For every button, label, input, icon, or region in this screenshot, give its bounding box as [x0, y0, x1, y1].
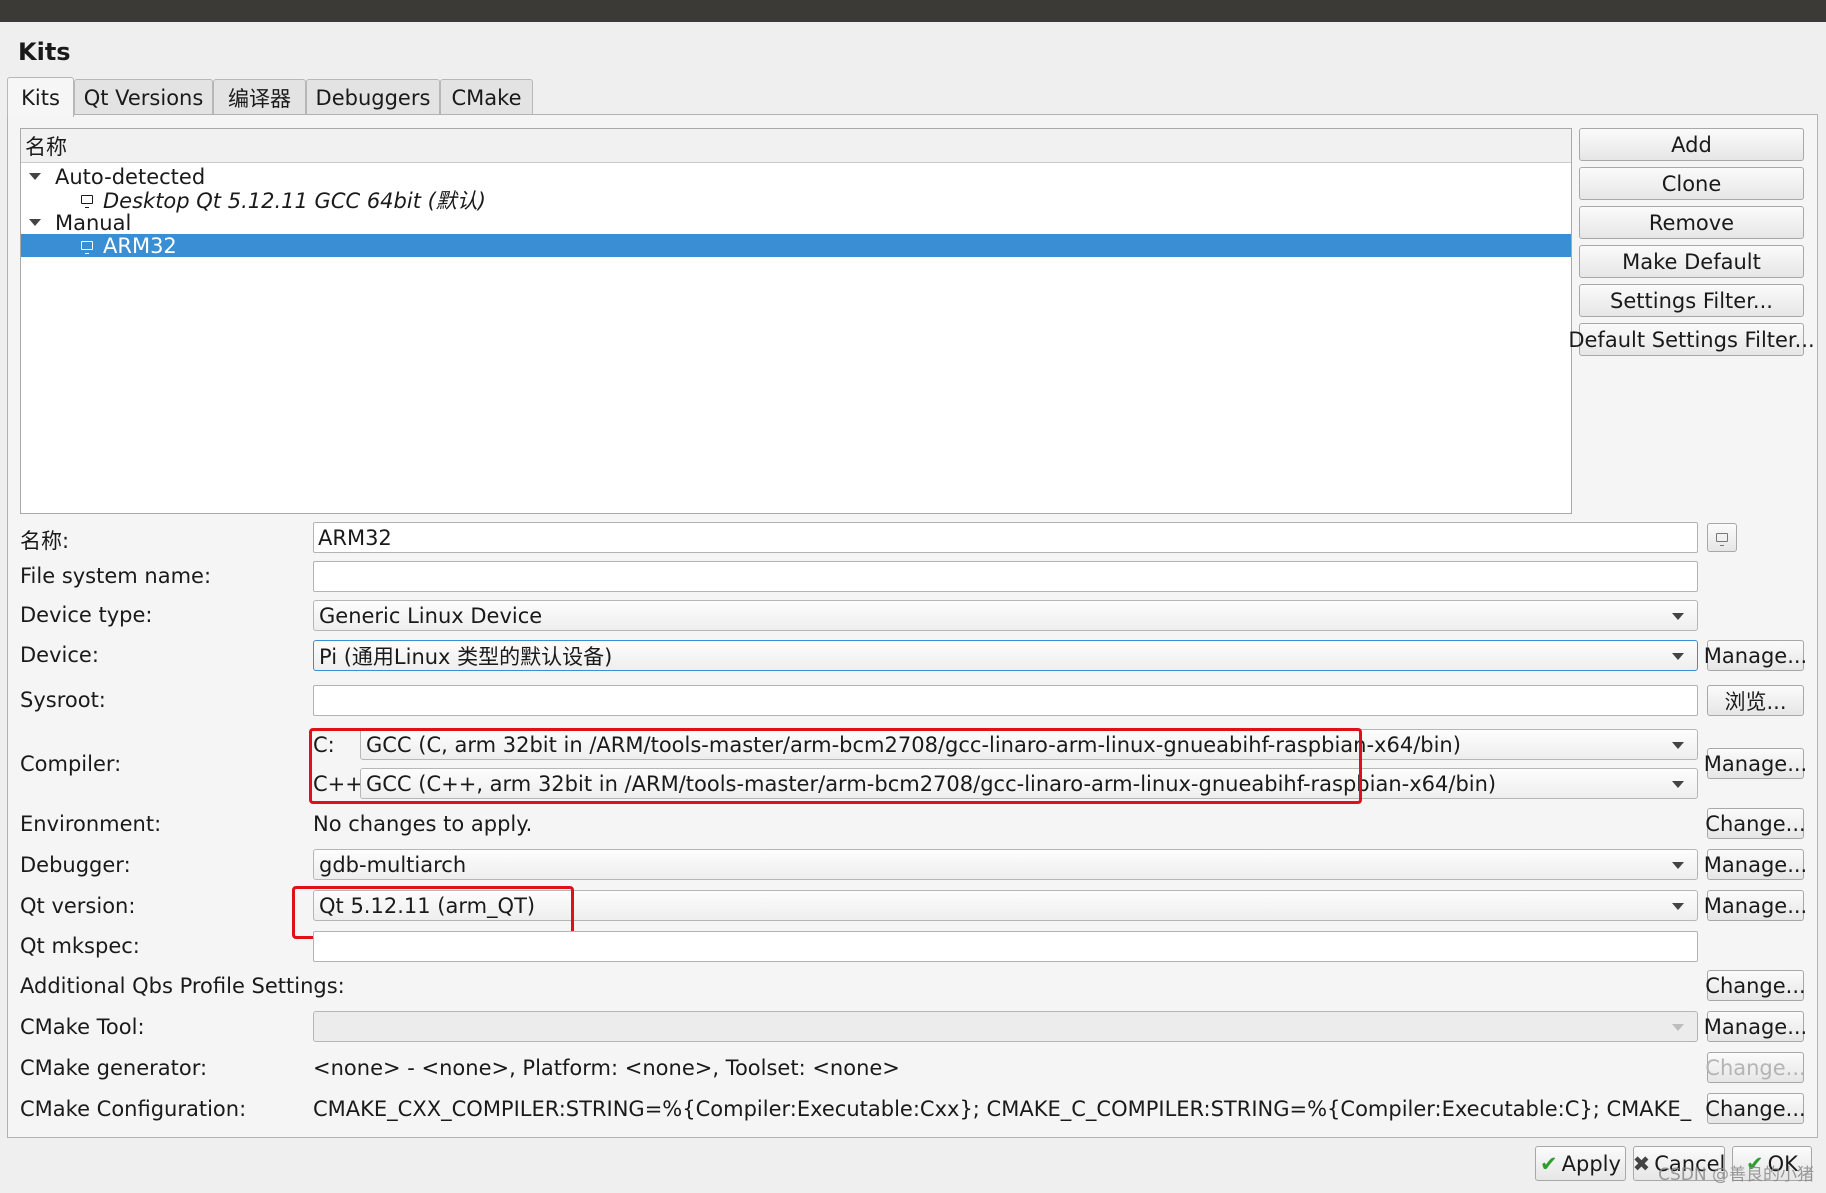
name-field[interactable]: ARM32 — [313, 522, 1698, 553]
device-label: Device: — [20, 643, 99, 667]
debugger-manage-button[interactable]: Manage... — [1704, 849, 1807, 880]
cmake-config-value: CMAKE_CXX_COMPILER:STRING=%{Compiler:Exe… — [313, 1097, 1693, 1121]
icon-picker-button[interactable] — [1707, 523, 1737, 552]
compiler-c-value: GCC (C, arm 32bit in /ARM/tools-master/a… — [366, 732, 1461, 757]
environment-change-button[interactable]: Change... — [1705, 808, 1806, 839]
make-default-button[interactable]: Make Default — [1579, 245, 1804, 278]
tab-compilers[interactable]: 编译器 — [213, 79, 306, 115]
expand-arrow-icon[interactable] — [29, 219, 41, 226]
tab-debuggers[interactable]: Debuggers — [306, 79, 440, 115]
qt-version-manage-button[interactable]: Manage... — [1704, 890, 1807, 921]
dropdown-arrow-icon — [1672, 902, 1684, 910]
tree-item-desktop-kit[interactable]: Desktop Qt 5.12.11 GCC 64bit (默认) — [21, 188, 1571, 213]
sysroot-field[interactable] — [313, 685, 1698, 716]
cmake-config-label: CMake Configuration: — [20, 1097, 247, 1121]
default-settings-filter-button[interactable]: Default Settings Filter... — [1568, 323, 1815, 356]
compiler-manage-button[interactable]: Manage... — [1704, 748, 1807, 779]
cmake-config-change-button[interactable]: Change... — [1705, 1093, 1806, 1124]
device-value: Pi (通用Linux 类型的默认设备) — [319, 644, 613, 669]
environment-value: No changes to apply. — [313, 812, 533, 836]
cmake-generator-label: CMake generator: — [20, 1056, 208, 1080]
window-title-bar — [0, 0, 1826, 22]
dropdown-arrow-icon — [1672, 652, 1684, 660]
qt-version-label: Qt version: — [20, 894, 136, 918]
add-button[interactable]: Add — [1579, 128, 1804, 161]
qt-version-select[interactable]: Qt 5.12.11 (arm_QT) — [313, 890, 1698, 921]
debugger-label: Debugger: — [20, 853, 131, 877]
dropdown-arrow-icon — [1672, 861, 1684, 869]
settings-filter-button[interactable]: Settings Filter... — [1579, 284, 1804, 317]
check-icon: ✔ — [1540, 1151, 1558, 1176]
compiler-c-select[interactable]: GCC (C, arm 32bit in /ARM/tools-master/a… — [360, 729, 1698, 760]
tab-cmake[interactable]: CMake — [440, 79, 533, 115]
monitor-icon — [1716, 533, 1728, 546]
qt-mkspec-label: Qt mkspec: — [20, 934, 140, 958]
dropdown-arrow-icon — [1672, 780, 1684, 788]
compiler-c-label: C: — [313, 733, 335, 757]
page-title: Kits — [18, 38, 71, 66]
debugger-value: gdb-multiarch — [319, 852, 467, 877]
compiler-label: Compiler: — [20, 752, 122, 776]
device-select[interactable]: Pi (通用Linux 类型的默认设备) — [313, 640, 1698, 671]
expand-arrow-icon[interactable] — [29, 173, 41, 180]
cmake-generator-change-button[interactable]: Change... — [1705, 1052, 1806, 1083]
monitor-icon — [81, 195, 93, 208]
tree-header-name: 名称 — [21, 129, 1571, 163]
tab-kits[interactable]: Kits — [7, 77, 74, 117]
fs-name-label: File system name: — [20, 564, 212, 588]
qt-mkspec-field[interactable] — [313, 931, 1698, 962]
dropdown-arrow-icon — [1672, 741, 1684, 749]
cmake-tool-manage-button[interactable]: Manage... — [1704, 1011, 1807, 1042]
clone-button[interactable]: Clone — [1579, 167, 1804, 200]
remove-button[interactable]: Remove — [1579, 206, 1804, 239]
kits-tree[interactable]: 名称 Auto-detected Desktop Qt 5.12.11 GCC … — [20, 128, 1572, 514]
qt-version-value: Qt 5.12.11 (arm_QT) — [319, 893, 536, 918]
tree-group-manual[interactable]: Manual — [21, 210, 1571, 235]
dropdown-arrow-icon — [1672, 1023, 1684, 1031]
cmake-tool-label: CMake Tool: — [20, 1015, 145, 1039]
device-type-label: Device type: — [20, 603, 153, 627]
device-manage-button[interactable]: Manage... — [1704, 640, 1807, 671]
cmake-generator-value: <none> - <none>, Platform: <none>, Tools… — [313, 1056, 900, 1080]
tree-item-label: ARM32 — [103, 233, 177, 258]
device-type-select[interactable]: Generic Linux Device — [313, 600, 1698, 631]
name-label: 名称: — [20, 529, 70, 553]
cmake-tool-select[interactable] — [313, 1011, 1698, 1042]
environment-label: Environment: — [20, 812, 162, 836]
monitor-icon — [81, 241, 93, 254]
apply-label: Apply — [1561, 1151, 1621, 1176]
qbs-change-button[interactable]: Change... — [1705, 970, 1806, 1001]
compiler-cpp-value: GCC (C++, arm 32bit in /ARM/tools-master… — [366, 771, 1497, 796]
device-type-value: Generic Linux Device — [319, 603, 543, 628]
sysroot-label: Sysroot: — [20, 688, 106, 712]
fs-name-field[interactable] — [313, 561, 1698, 592]
tree-item-label: Desktop Qt 5.12.11 GCC 64bit (默认) — [103, 188, 487, 213]
sysroot-browse-button[interactable]: 浏览... — [1707, 685, 1804, 716]
compiler-cpp-select[interactable]: GCC (C++, arm 32bit in /ARM/tools-master… — [360, 768, 1698, 799]
debugger-select[interactable]: gdb-multiarch — [313, 849, 1698, 880]
close-icon: ✖ — [1632, 1151, 1651, 1176]
tab-qt-versions[interactable]: Qt Versions — [74, 79, 213, 115]
qbs-settings-label: Additional Qbs Profile Settings: — [20, 974, 345, 998]
watermark: CSDN @善良的小猪 — [1658, 1165, 1814, 1185]
tree-item-arm32[interactable]: ARM32 — [21, 233, 1571, 258]
dropdown-arrow-icon — [1672, 612, 1684, 620]
tree-group-label: Manual — [55, 210, 132, 235]
apply-button[interactable]: ✔ Apply — [1535, 1146, 1626, 1181]
